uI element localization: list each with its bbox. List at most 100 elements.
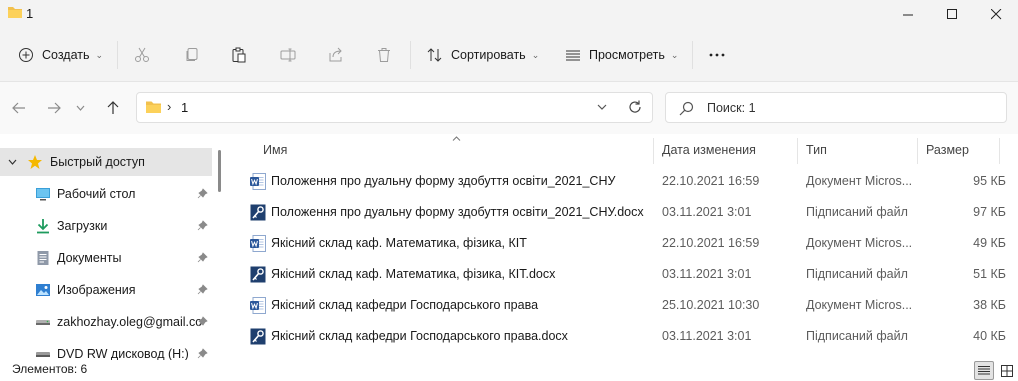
copy-icon [186, 48, 198, 61]
file-size: 51 КБ [973, 267, 1006, 281]
close-icon [990, 8, 1001, 19]
refresh-icon[interactable] [627, 99, 643, 118]
file-date: 25.10.2021 10:30 [662, 298, 760, 312]
share-icon [329, 47, 342, 62]
tiles-view-button[interactable] [997, 361, 1017, 380]
file-row[interactable]: Якісний склад кафедри Господарського пра… [242, 321, 1012, 352]
file-type: Документ Micros... [806, 174, 913, 188]
cut-button[interactable] [134, 42, 150, 68]
column-divider[interactable] [917, 138, 918, 164]
chevron-down-icon[interactable] [8, 157, 17, 167]
column-divider[interactable] [999, 138, 1000, 164]
search-placeholder: Поиск: 1 [707, 101, 756, 115]
file-size: 97 КБ [973, 205, 1006, 219]
view-label: Просмотреть [589, 48, 665, 62]
navigation-pane: Быстрый доступ Рабочий стол Загрузки Док… [0, 134, 228, 360]
chevron-down-icon: ⌄ [95, 49, 104, 60]
breadcrumb-segment[interactable]: 1 [181, 100, 188, 115]
toolbar-divider [410, 41, 411, 69]
file-list: Имя Дата изменения Тип Размер Положення … [228, 134, 1018, 360]
more-options-button[interactable] [708, 42, 726, 68]
address-bar[interactable]: › 1 [136, 92, 653, 123]
close-button[interactable] [973, 0, 1018, 28]
drive-icon [36, 320, 50, 325]
trash-icon [378, 48, 390, 62]
file-type: Підписаний файл [806, 329, 908, 343]
view-button[interactable]: Просмотреть ⌄ [565, 42, 678, 68]
column-header-label: Размер [926, 143, 969, 157]
sidebar-item-label: Загрузки [57, 219, 108, 233]
column-header-size[interactable]: Размер [926, 134, 969, 166]
column-header-type[interactable]: Тип [806, 134, 827, 166]
plus-circle-icon [19, 48, 33, 62]
file-row[interactable]: Положення про дуальну форму здобуття осв… [242, 197, 1012, 228]
column-header-label: Имя [263, 143, 288, 157]
sidebar-item-dvd-drive[interactable]: DVD RW дисковод (H:) [0, 340, 212, 360]
file-size: 38 КБ [973, 298, 1006, 312]
share-button[interactable] [328, 42, 344, 68]
sort-button[interactable]: Сортировать ⌄ [427, 42, 539, 68]
file-name: Якісний склад кафедри Господарського пра… [271, 329, 568, 343]
folder-icon [8, 7, 22, 18]
search-box[interactable]: Поиск: 1 [665, 92, 1007, 123]
recent-locations-button[interactable] [73, 97, 87, 119]
file-name: Якісний склад каф. Математика, фізика, К… [271, 236, 527, 250]
tiles-view-icon [1001, 364, 1013, 377]
minimize-button[interactable] [885, 0, 931, 28]
file-row[interactable]: Якісний склад каф. Математика, фізика, К… [242, 259, 1012, 290]
scissors-icon [135, 47, 149, 62]
file-name: Положення про дуальну форму здобуття осв… [271, 174, 616, 188]
file-name: Положення про дуальну форму здобуття осв… [271, 205, 644, 219]
sidebar-item-downloads[interactable]: Загрузки [0, 212, 212, 240]
column-header-name[interactable]: Имя [263, 134, 287, 166]
file-type: Документ Micros... [806, 236, 913, 250]
file-row[interactable]: Якісний склад каф. Математика, фізика, К… [242, 228, 1012, 259]
delete-button[interactable] [376, 42, 392, 68]
address-dropdown-icon[interactable] [597, 99, 607, 113]
pin-icon [197, 220, 208, 231]
title-bar: 1 [0, 0, 1018, 28]
sidebar-item-label: zakhozhay.oleg@gmail.co [57, 315, 203, 329]
file-size: 95 КБ [973, 174, 1006, 188]
word-doc-icon [250, 235, 266, 252]
column-divider[interactable] [797, 138, 798, 164]
sidebar-scrollbar[interactable] [218, 150, 221, 192]
sidebar-item-desktop[interactable]: Рабочий стол [0, 180, 212, 208]
sort-ascending-icon [452, 133, 461, 144]
word-doc-icon [250, 297, 266, 314]
back-button[interactable] [8, 97, 30, 119]
sort-label: Сортировать [451, 48, 526, 62]
pictures-icon [36, 284, 50, 296]
rename-button[interactable] [280, 42, 296, 68]
paste-button[interactable] [231, 42, 247, 68]
pin-icon [197, 348, 208, 359]
file-name: Якісний склад кафедри Господарського пра… [271, 298, 539, 312]
details-view-icon [978, 366, 990, 375]
more-icon [709, 53, 725, 57]
toolbar-divider [117, 41, 118, 69]
column-header-date[interactable]: Дата изменения [662, 134, 756, 166]
sidebar-item-label: Рабочий стол [57, 187, 136, 201]
documents-icon [37, 251, 49, 265]
create-button[interactable]: Создать ⌄ [18, 42, 103, 68]
copy-button[interactable] [184, 42, 200, 68]
file-row[interactable]: Якісний склад кафедри Господарського пра… [242, 290, 1012, 321]
sidebar-item-label: DVD RW дисковод (H:) [57, 347, 189, 360]
sidebar-item-documents[interactable]: Документы [0, 244, 212, 272]
up-button[interactable] [102, 97, 124, 119]
sidebar-item-pictures[interactable]: Изображения [0, 276, 212, 304]
pin-icon [197, 252, 208, 263]
forward-button[interactable] [43, 97, 65, 119]
details-view-button[interactable] [974, 361, 994, 380]
maximize-button[interactable] [929, 0, 975, 28]
chevron-down-icon: ⌄ [531, 49, 540, 60]
column-divider[interactable] [653, 138, 654, 164]
sidebar-item-label: Быстрый доступ [50, 155, 145, 169]
sidebar-item-network-drive[interactable]: zakhozhay.oleg@gmail.co [0, 308, 212, 336]
file-size: 49 КБ [973, 236, 1006, 250]
column-header-label: Тип [806, 143, 827, 157]
arrow-up-icon [107, 101, 119, 114]
search-icon [679, 101, 694, 116]
sidebar-item-quick-access[interactable]: Быстрый доступ [0, 148, 212, 176]
file-row[interactable]: Положення про дуальну форму здобуття осв… [242, 166, 1012, 197]
